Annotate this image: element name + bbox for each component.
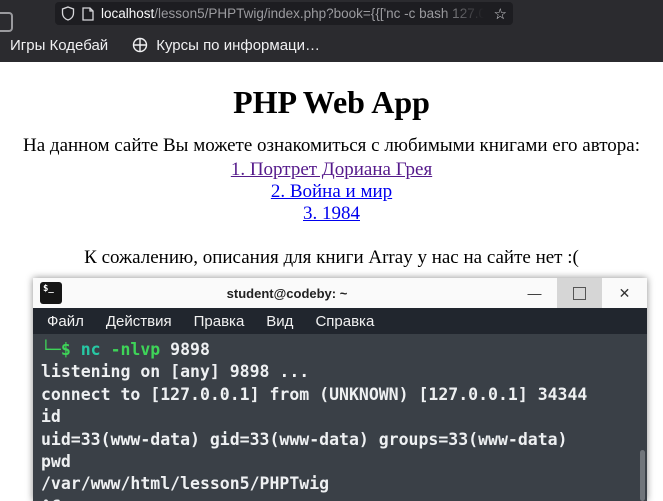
terminal-title: student@codeby: ~ bbox=[226, 285, 348, 301]
url-text[interactable]: localhost/lesson5/PHPTwig/index.php?book… bbox=[101, 6, 488, 21]
maximize-button[interactable] bbox=[557, 278, 602, 308]
terminal-scrollbar[interactable] bbox=[640, 450, 645, 501]
page-title: PHP Web App bbox=[233, 84, 430, 120]
bookmarks-bar: Игры Кодебай Курсы по информаци… bbox=[0, 30, 663, 60]
bookmark-label: Курсы по информаци… bbox=[156, 36, 321, 54]
book-link-1[interactable]: 1. Портрет Дориана Грея bbox=[0, 159, 663, 181]
minimize-button[interactable]: — bbox=[512, 278, 557, 308]
terminal-line: connect to [127.0.0.1] from (UNKNOWN) [1… bbox=[41, 384, 588, 404]
terminal-window: $_ student@codeby: ~ — ✕ Файл Действия Пра… bbox=[33, 278, 647, 501]
terminal-line: ^C bbox=[41, 496, 637, 501]
terminal-titlebar[interactable]: $_ student@codeby: ~ — ✕ bbox=[33, 278, 647, 308]
terminal-line: └─$ nc -nlvp 9898 bbox=[41, 340, 210, 359]
intro-text: На данном сайте Вы можете ознакомиться с… bbox=[23, 135, 640, 156]
no-description-message: К сожалению, описания для книги Array у … bbox=[84, 247, 579, 268]
partial-toolbar-icon bbox=[0, 12, 13, 32]
bookmark-star-icon[interactable]: ☆ bbox=[494, 5, 507, 23]
bookmark-label: Игры Кодебай bbox=[10, 36, 109, 54]
terminal-menubar: Файл Действия Правка Вид Справка bbox=[33, 308, 647, 334]
terminal-line: /var/www/html/lesson5/PHPTwig bbox=[41, 474, 330, 494]
browser-chrome: localhost/lesson5/PHPTwig/index.php?book… bbox=[0, 0, 663, 62]
page-info-icon[interactable] bbox=[82, 6, 94, 21]
bookmark-item-games[interactable]: Игры Кодебай bbox=[10, 37, 108, 54]
book-link-3[interactable]: 3. 1984 bbox=[0, 203, 663, 225]
terminal-output[interactable]: └─$ nc -nlvp 9898 listening on [any] 9898… bbox=[33, 334, 647, 501]
terminal-menu-item[interactable]: Справка bbox=[315, 313, 374, 330]
browser-toolbar: localhost/lesson5/PHPTwig/index.php?book… bbox=[0, 0, 663, 32]
book-link-2[interactable]: 2. Война и мир bbox=[0, 181, 663, 203]
address-bar[interactable]: localhost/lesson5/PHPTwig/index.php?book… bbox=[55, 2, 513, 25]
url-path: /lesson5/PHPTwig/index.php?book={{['nc -… bbox=[154, 6, 487, 21]
globe-icon bbox=[132, 37, 148, 53]
terminal-menu-item[interactable]: Действия bbox=[106, 313, 172, 330]
maximize-icon bbox=[573, 286, 586, 300]
terminal-app-icon: $_ bbox=[40, 282, 62, 304]
terminal-line: id bbox=[41, 407, 61, 427]
terminal-line: uid=33(www-data) gid=33(www-data) groups… bbox=[41, 429, 568, 449]
url-host: localhost bbox=[101, 6, 155, 21]
terminal-line: pwd bbox=[41, 452, 71, 472]
terminal-menu-item[interactable]: Правка bbox=[194, 313, 245, 330]
bookmark-item-courses[interactable]: Курсы по информаци… bbox=[132, 37, 320, 54]
terminal-menu-item[interactable]: Вид bbox=[266, 313, 293, 330]
terminal-line: listening on [any] 9898 ... bbox=[41, 362, 310, 382]
terminal-menu-item[interactable]: Файл bbox=[47, 313, 84, 330]
shield-icon[interactable] bbox=[61, 6, 75, 21]
close-button[interactable]: ✕ bbox=[602, 278, 647, 308]
